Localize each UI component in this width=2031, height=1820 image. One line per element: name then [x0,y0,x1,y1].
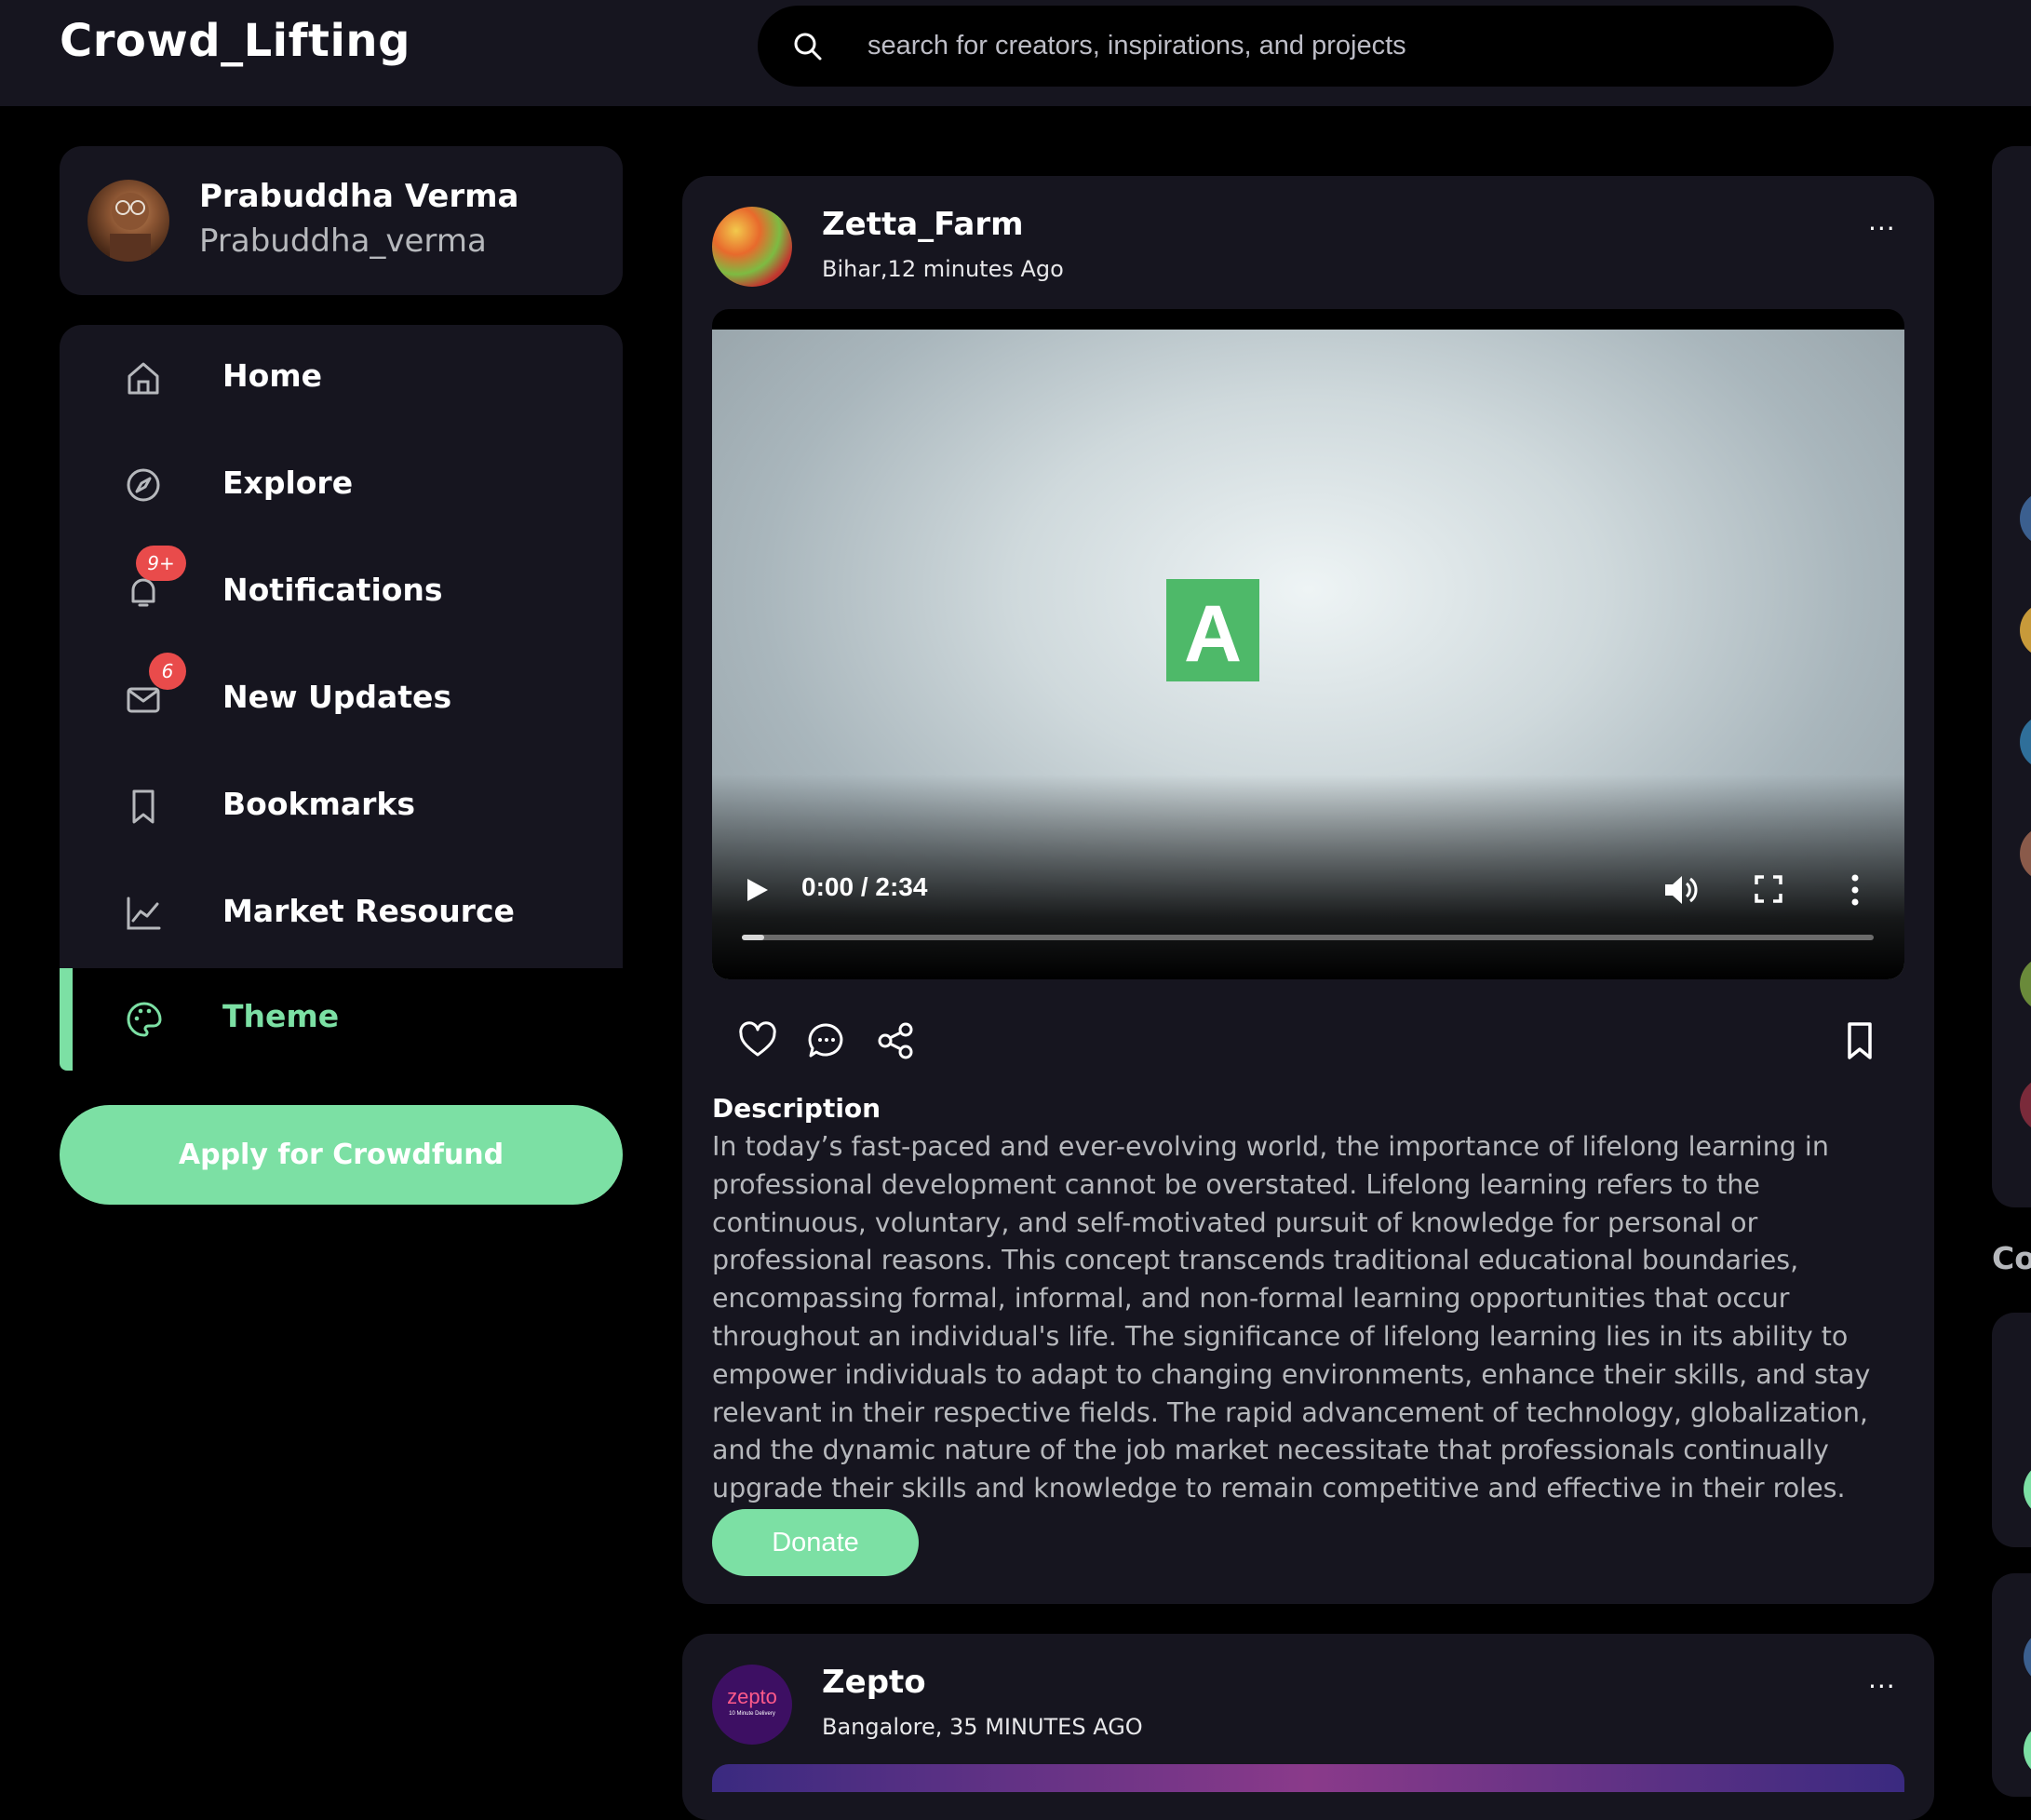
notification-badge: 9+ [136,546,186,581]
sidebar-item-label: Home [222,357,323,394]
avatar[interactable] [2020,956,2031,1012]
post-meta: Bangalore, 35 MINUTES AGO [822,1714,1143,1740]
post-author-avatar[interactable]: zepto 10 Minute Delivery [712,1665,792,1745]
bookmark-icon[interactable] [1840,1021,1879,1060]
video-logo-letter: A [1183,589,1243,679]
description-text: In today’s fast-paced and ever-evolving … [712,1131,1871,1504]
post-card: Zetta_Farm Bihar,12 minutes Ago ··· A 0:… [682,176,1934,1604]
sidebar-item-notifications[interactable]: 9+ Notifications [60,546,623,639]
profile-handle: Prabuddha_verma [199,222,487,260]
profile-name: Prabuddha Verma [199,178,519,215]
search-bar[interactable] [758,6,1834,87]
fullscreen-icon[interactable] [1755,875,1782,903]
post-card: zepto 10 Minute Delivery Zepto Bangalore… [682,1634,1934,1820]
avatar-logo-text: zepto [727,1685,777,1708]
profile-card[interactable]: Prabuddha Verma Prabuddha_verma [60,146,623,295]
sidebar-nav: Home Explore 9+ Notifications 6 New Upda… [60,325,623,968]
sidebar-item-home[interactable]: Home [60,331,623,425]
sidebar-item-label: Market Resource [222,893,515,929]
avatar[interactable] [2020,1077,2031,1133]
post-meta: Bihar,12 minutes Ago [822,256,1064,282]
sidebar-item-bookmarks[interactable]: Bookmarks [60,760,623,853]
share-icon[interactable] [876,1021,915,1060]
apply-crowdfund-button[interactable]: Apply for Crowdfund [60,1105,623,1205]
sidebar-item-theme[interactable]: Theme [60,968,623,1071]
avatar[interactable] [87,180,169,262]
post-author-name[interactable]: Zepto [822,1664,926,1701]
comment-icon[interactable] [807,1021,846,1060]
avatar[interactable] [2020,714,2031,770]
avatar[interactable] [2024,1462,2031,1517]
post-author-name[interactable]: Zetta_Farm [822,206,1024,243]
post-media-preview[interactable] [712,1764,1904,1792]
bookmark-icon [132,789,155,824]
video-more-icon[interactable] [1849,871,1861,909]
sidebar-item-label: Bookmarks [222,786,415,822]
right-panel-card [1992,1573,2031,1797]
donate-button[interactable]: Donate [712,1509,919,1576]
video-player[interactable]: A 0:00 / 2:34 [712,309,1904,979]
description-title: Description [712,1093,881,1124]
chart-line-icon [127,897,161,930]
sidebar-item-market-resource[interactable]: Market Resource [60,867,623,960]
more-options-button[interactable]: ··· [1868,213,1896,244]
sidebar-item-label: Notifications [222,572,443,608]
post-author-avatar[interactable] [712,207,792,287]
avatar[interactable] [2020,602,2031,658]
home-icon [128,362,159,395]
palette-icon [127,1002,162,1037]
right-section-heading: Co [1992,1240,2031,1276]
avatar[interactable] [2020,826,2031,882]
video-logo: A [1166,579,1259,681]
sidebar-item-new-updates[interactable]: 6 New Updates [60,653,623,746]
avatar[interactable] [2024,1629,2031,1685]
play-icon[interactable] [746,877,770,903]
top-header: Crowd_Lifting [0,0,2031,106]
avatar[interactable] [2020,491,2031,546]
right-panel-card [1992,1313,2031,1547]
video-progress-track[interactable] [742,935,1874,940]
updates-badge: 6 [149,653,186,690]
heart-icon[interactable] [738,1021,777,1060]
avatar[interactable] [2024,1722,2031,1778]
volume-icon[interactable] [1661,871,1699,909]
sidebar-item-label: Theme [222,998,340,1034]
active-indicator [60,968,73,1071]
video-progress-fill [742,935,765,940]
app-logo[interactable]: Crowd_Lifting [60,15,410,67]
sidebar-item-explore[interactable]: Explore [60,438,623,532]
sidebar-item-label: New Updates [222,679,452,715]
search-input[interactable] [866,19,1796,73]
avatar-logo-subtext: 10 Minute Delivery [729,1711,775,1717]
right-panel-card [1992,146,2031,1207]
search-icon [794,33,822,61]
compass-icon [127,468,160,502]
video-time: 0:00 / 2:34 [801,872,928,901]
sidebar-item-label: Explore [222,465,354,501]
avatar-image [110,193,151,262]
more-options-button[interactable]: ··· [1868,1671,1896,1702]
